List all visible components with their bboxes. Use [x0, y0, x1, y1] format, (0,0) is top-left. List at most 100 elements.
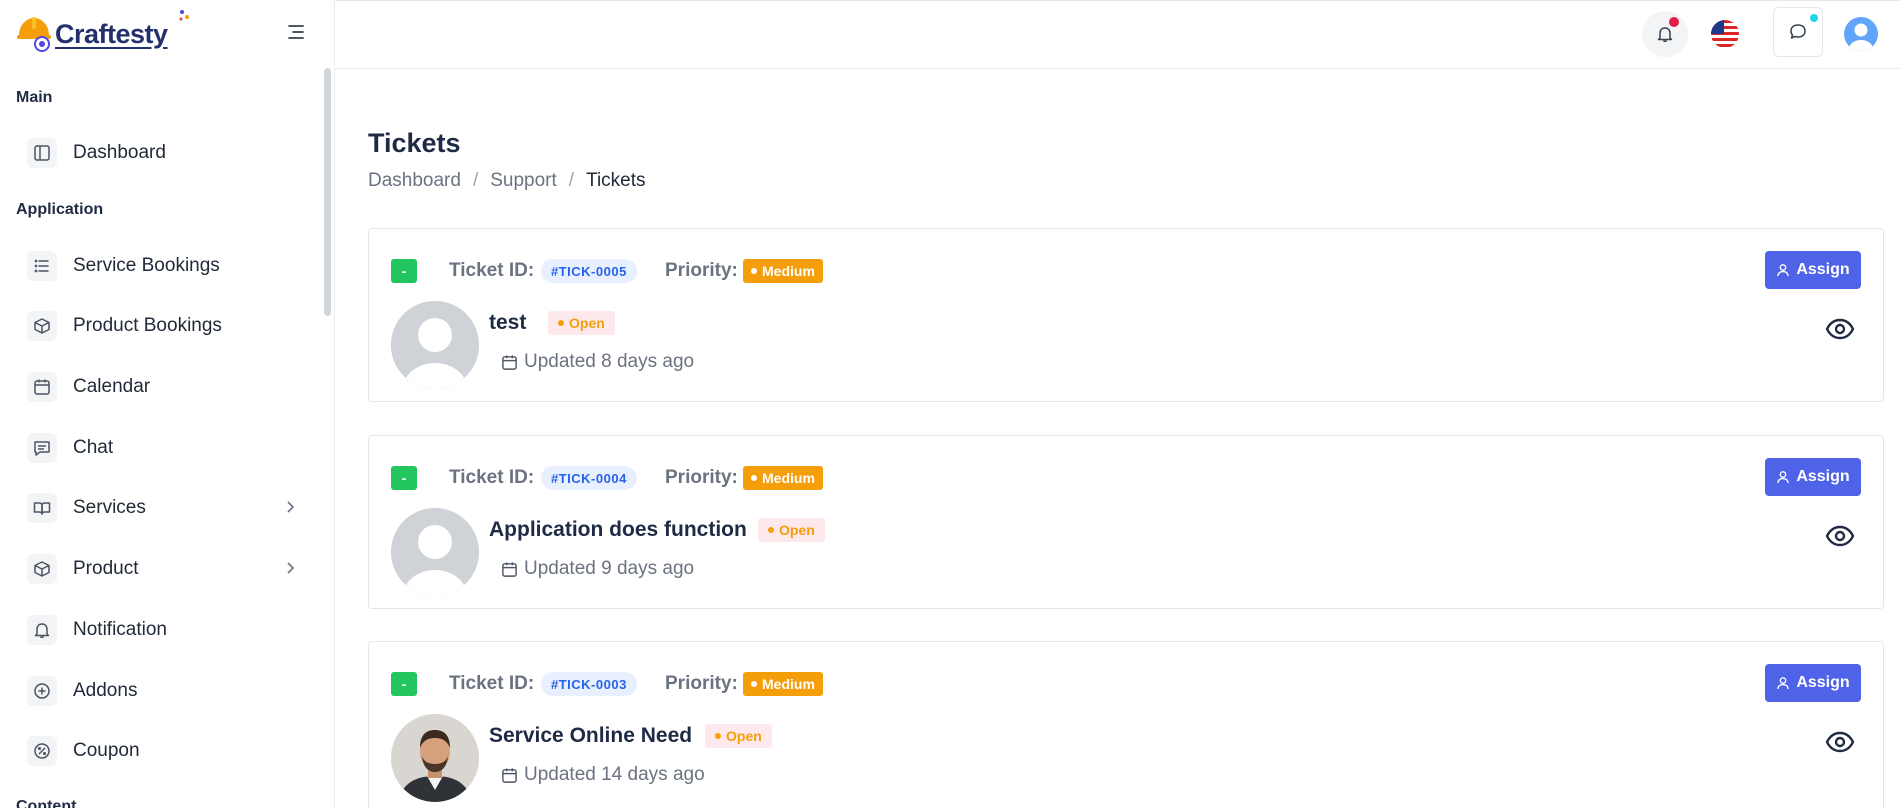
message-icon [27, 433, 57, 463]
user-avatar [1844, 17, 1878, 51]
bell-icon [27, 615, 57, 645]
avatar-placeholder [391, 301, 479, 389]
box-icon [27, 311, 57, 341]
view-eye-icon[interactable] [1825, 317, 1855, 341]
sidebar-item-label: Product [73, 558, 139, 579]
layout-icon [27, 138, 57, 168]
avatar-photo [391, 714, 479, 802]
breadcrumb-separator: / [472, 170, 479, 191]
list-icon [27, 251, 57, 281]
sidebar-item-services[interactable]: Services [27, 490, 307, 526]
status-badge: Open [548, 311, 615, 335]
book-icon [27, 493, 57, 523]
sidebar-item-addons[interactable]: Addons [27, 673, 307, 709]
priority-badge: Medium [743, 259, 823, 283]
calendar-icon [502, 354, 517, 370]
user-icon [1777, 677, 1790, 690]
sidebar-item-label: Service Bookings [73, 255, 220, 276]
ticket-title[interactable]: Application does function [489, 518, 747, 542]
sidebar-item-chat[interactable]: Chat [27, 430, 307, 466]
ticket-card: - Ticket ID: #TICK-0005 Priority: Medium… [368, 228, 1884, 402]
sidebar-item-label: Addons [73, 680, 138, 701]
breadcrumb-separator: / [568, 170, 575, 191]
status-indicator[interactable]: - [391, 672, 417, 696]
user-icon [1777, 264, 1790, 277]
status-badge: Open [705, 724, 772, 748]
sidebar-item-product-bookings[interactable]: Product Bookings [27, 308, 307, 344]
sidebar-item-coupon[interactable]: Coupon [27, 733, 307, 769]
sidebar-item-label: Services [73, 497, 146, 518]
updated-time: Updated 14 days ago [501, 764, 705, 786]
sidebar-item-service-bookings[interactable]: Service Bookings [27, 248, 307, 284]
sidebar-item-label: Product Bookings [73, 315, 222, 336]
sidebar-item-label: Notification [73, 619, 167, 640]
breadcrumb-link-dashboard[interactable]: Dashboard [368, 170, 461, 192]
sidebar-item-product[interactable]: Product [27, 551, 307, 587]
status-badge: Open [758, 518, 825, 542]
priority-label: Priority: [665, 673, 738, 694]
page-title: Tickets [368, 128, 461, 158]
percent-icon [27, 736, 57, 766]
priority-badge: Medium [743, 466, 823, 490]
chevron-right-icon [287, 501, 295, 513]
menu-toggle-icon[interactable] [286, 22, 306, 42]
ticket-id-badge: #TICK-0004 [541, 466, 637, 490]
updated-time: Updated 8 days ago [501, 351, 694, 373]
status-indicator[interactable]: - [391, 259, 417, 283]
priority-label: Priority: [665, 260, 738, 281]
view-eye-icon[interactable] [1825, 730, 1855, 754]
sparkle-icon [179, 10, 189, 21]
priority-label: Priority: [665, 467, 738, 488]
updated-time: Updated 9 days ago [501, 558, 694, 580]
calendar-icon [502, 561, 517, 577]
sidebar-item-label: Chat [73, 437, 114, 458]
ticket-id-label: Ticket ID: [449, 467, 535, 488]
logo[interactable]: Craftesty [0, 0, 334, 68]
brand-name: Craftesty [55, 18, 168, 49]
status-indicator[interactable]: - [391, 466, 417, 490]
calendar-icon [27, 372, 57, 402]
messages-dot [1810, 14, 1818, 22]
sidebar-item-calendar[interactable]: Calendar [27, 369, 307, 405]
top-header [335, 0, 1900, 69]
assign-button[interactable]: Assign [1765, 251, 1861, 289]
sidebar-item-dashboard[interactable]: Dashboard [27, 135, 307, 171]
breadcrumb-link-support[interactable]: Support [490, 170, 557, 192]
section-title-application: Application [16, 201, 104, 218]
sidebar-item-label: Calendar [73, 376, 151, 397]
sidebar-scrollbar[interactable] [324, 68, 331, 316]
ticket-title[interactable]: test [489, 311, 526, 335]
messages-button[interactable] [1773, 7, 1823, 57]
ticket-title[interactable]: Service Online Need [489, 724, 692, 748]
ticket-id-badge: #TICK-0003 [541, 672, 637, 696]
logo-helmet-icon [16, 14, 52, 54]
sidebar-item-label: Dashboard [73, 142, 166, 163]
bell-icon [1657, 27, 1673, 42]
user-menu-button[interactable] [1838, 11, 1884, 57]
assign-button[interactable]: Assign [1765, 664, 1861, 702]
calendar-icon [502, 767, 517, 783]
breadcrumb-current: Tickets [586, 170, 646, 191]
ticket-card: - Ticket ID: #TICK-0004 Priority: Medium… [368, 435, 1884, 609]
us-flag-icon [1711, 20, 1739, 48]
avatar-placeholder [391, 508, 479, 596]
notification-dot [1669, 17, 1679, 27]
assign-button[interactable]: Assign [1765, 458, 1861, 496]
box-icon [27, 554, 57, 584]
plus-circle-icon [27, 676, 57, 706]
breadcrumb: Dashboard / Support / Tickets [368, 170, 646, 192]
ticket-id-badge: #TICK-0005 [541, 259, 637, 283]
view-eye-icon[interactable] [1825, 524, 1855, 548]
sidebar-item-label: Coupon [73, 740, 140, 761]
ticket-card: - Ticket ID: #TICK-0003 Priority: Medium… [368, 641, 1884, 808]
ticket-id-label: Ticket ID: [449, 260, 535, 281]
priority-badge: Medium [743, 672, 823, 696]
sidebar-item-notification[interactable]: Notification [27, 612, 307, 648]
chevron-right-icon [287, 562, 295, 574]
section-title-main: Main [16, 89, 53, 106]
chat-icon [1790, 24, 1806, 39]
section-title-content: Content [16, 798, 77, 808]
language-button[interactable] [1702, 11, 1748, 57]
user-icon [1777, 471, 1790, 484]
notification-button[interactable] [1642, 11, 1688, 57]
